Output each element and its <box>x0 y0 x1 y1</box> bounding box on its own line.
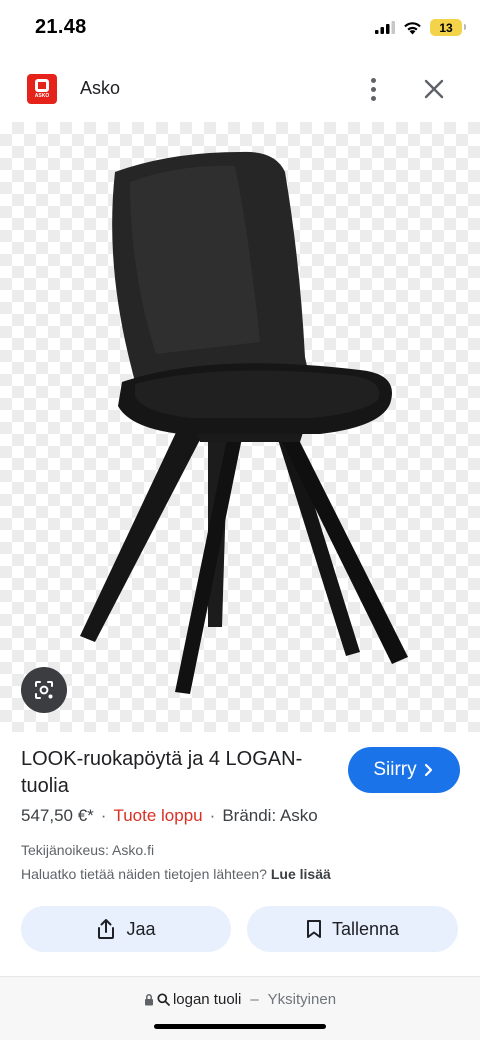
asko-logo: ASKO <box>27 74 57 104</box>
share-button[interactable]: Jaa <box>21 906 231 952</box>
cellular-signal-icon <box>375 21 395 34</box>
lock-icon <box>144 994 153 1006</box>
product-meta: 547,50 €* · Tuote loppu · Brändi: Asko <box>21 806 318 825</box>
battery-icon: 13 <box>430 19 466 36</box>
more-vert-icon <box>370 77 376 83</box>
availability-status: Tuote loppu <box>113 806 203 825</box>
search-query: logan tuoli <box>172 991 242 1008</box>
close-icon[interactable] <box>420 75 448 103</box>
save-label: Tallenna <box>331 918 400 939</box>
chair-image <box>80 151 408 694</box>
home-indicator[interactable] <box>154 1024 326 1029</box>
search-icon <box>157 993 170 1006</box>
product-image[interactable] <box>0 122 480 732</box>
source-question: Haluatko tietää näiden tietojen lähteen?… <box>21 866 331 882</box>
product-brand: Brändi: Asko <box>222 806 318 825</box>
more-options-button[interactable] <box>362 72 384 106</box>
share-label: Jaa <box>126 918 156 939</box>
go-label: Siirry <box>373 759 417 780</box>
bookmark-icon <box>306 920 321 938</box>
status-icons: 13 <box>375 19 466 36</box>
source-question-text: Haluatko tietää näiden tietojen lähteen? <box>21 866 267 882</box>
query-separator: – <box>250 991 259 1008</box>
learn-more-link[interactable]: Lue lisää <box>271 866 331 882</box>
save-button[interactable]: Tallenna <box>247 906 458 952</box>
private-mode-label: Yksityinen <box>267 991 337 1008</box>
product-price: 547,50 €* <box>21 806 94 825</box>
url-bar[interactable]: logan tuoli – Yksityinen <box>0 991 480 1008</box>
battery-level: 13 <box>439 20 453 35</box>
asko-logo-text: ASKO <box>34 92 50 99</box>
status-time: 21.48 <box>35 16 87 38</box>
share-icon <box>98 919 115 939</box>
status-bar: 21.48 13 <box>0 0 480 58</box>
go-to-site-button[interactable]: Siirry <box>348 747 460 793</box>
asko-logo-glyph <box>35 78 49 92</box>
lens-search-icon <box>35 681 53 699</box>
copyright-text: Tekijänoikeus: Asko.fi <box>21 842 155 858</box>
lens-search-button[interactable] <box>21 667 67 713</box>
bottom-bar: logan tuoli – Yksityinen <box>0 976 480 1040</box>
app-title: Asko <box>80 78 121 98</box>
app-bar: ASKO Asko <box>0 58 480 120</box>
wifi-icon <box>404 21 421 34</box>
product-title[interactable]: LOOK-ruokapöytä ja 4 LOGAN-tuolia <box>21 746 341 800</box>
chevron-right-icon <box>424 763 432 777</box>
